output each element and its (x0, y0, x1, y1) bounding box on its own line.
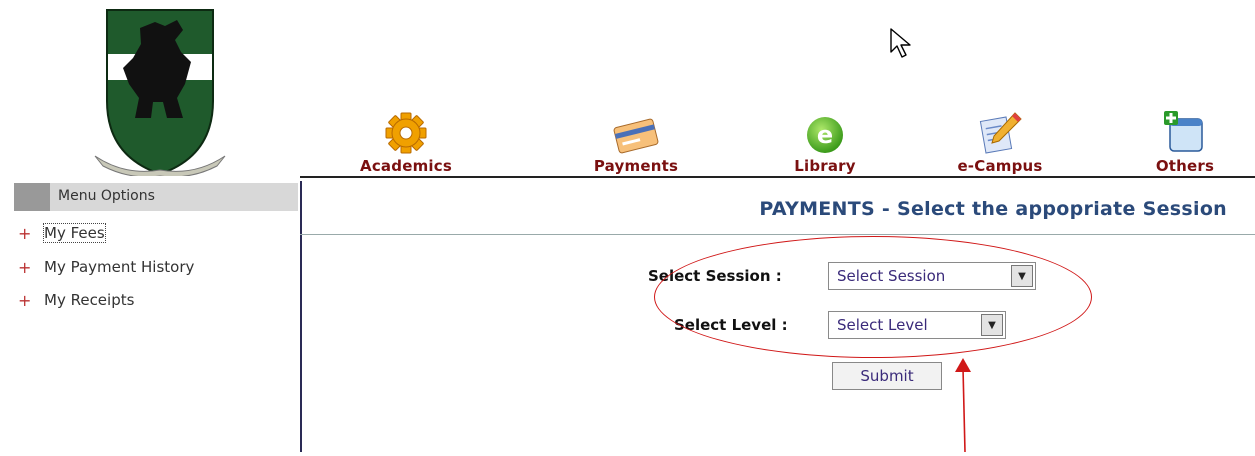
plus-icon: + (18, 257, 32, 277)
sidebar: Menu Options + My Fees + My Payment Hist… (0, 181, 300, 452)
annotation-ellipse (654, 236, 1092, 358)
credit-card-icon (611, 105, 661, 155)
menu-options-header: Menu Options (14, 183, 298, 211)
window-plus-icon (1160, 105, 1210, 155)
e-globe-icon: e (800, 105, 850, 155)
sidebar-item-label: My Payment History (44, 258, 195, 276)
nav-ecampus-label: e-Campus (957, 157, 1043, 175)
mouse-cursor-icon (889, 27, 915, 63)
nav-ecampus[interactable]: e-Campus (950, 105, 1050, 177)
nav-academics-label: Academics (360, 157, 452, 175)
plus-icon: + (18, 223, 32, 243)
nav-academics[interactable]: Academics (356, 105, 456, 177)
nav-others[interactable]: Others (1145, 105, 1225, 177)
sidebar-item-label: My Receipts (44, 291, 135, 309)
svg-text:e: e (817, 121, 833, 149)
sidebar-divider (300, 181, 302, 452)
nav-payments[interactable]: Payments (586, 105, 686, 177)
submit-button[interactable]: Submit (832, 362, 942, 390)
nav-library[interactable]: e Library (780, 105, 870, 177)
university-crest-logo (85, 6, 235, 178)
sidebar-item-label: My Fees (43, 223, 106, 243)
menu-options-heading: Menu Options (58, 188, 155, 204)
nav-divider (300, 176, 1255, 178)
document-edit-icon (975, 105, 1025, 155)
nav-others-label: Others (1155, 157, 1215, 175)
sidebar-item-my-fees[interactable]: + My Fees (18, 221, 106, 245)
sidebar-item-my-receipts[interactable]: + My Receipts (18, 288, 134, 312)
title-divider (300, 234, 1255, 235)
page-title: PAYMENTS - Select the appopriate Session (759, 198, 1227, 220)
sidebar-item-my-payment-history[interactable]: + My Payment History (18, 255, 194, 279)
annotation-arrow-icon (950, 356, 980, 456)
nav-library-label: Library (794, 157, 856, 175)
top-navigation: Academics Payments e Library e-Campus Ot… (330, 105, 1255, 177)
plus-icon: + (18, 290, 32, 310)
gear-icon (381, 105, 431, 155)
nav-payments-label: Payments (593, 157, 679, 175)
menu-header-block (14, 183, 50, 211)
